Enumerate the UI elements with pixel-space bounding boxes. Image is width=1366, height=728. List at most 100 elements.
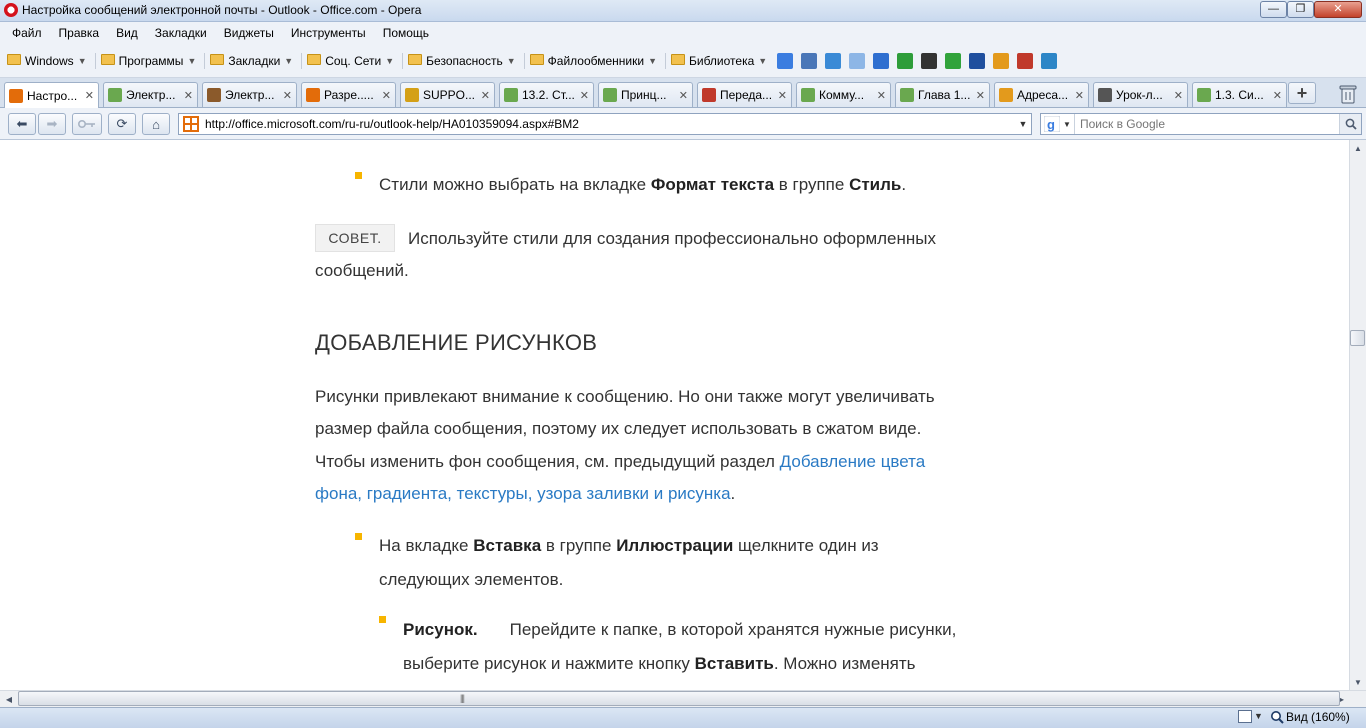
tab-8[interactable]: Комму... ✕ [796, 82, 891, 107]
scroll-left-button[interactable]: ◀ [1, 691, 17, 707]
arrow-icon[interactable] [849, 52, 866, 69]
dots-icon [1098, 88, 1112, 102]
tab-1[interactable]: Электр... ✕ [103, 82, 198, 107]
bookmarks-bar: Windows ▼ Программы ▼ Закладки ▼ Соц. Се… [0, 44, 1366, 78]
flag-icon[interactable] [1017, 52, 1034, 69]
text-run: На вкладке [379, 536, 474, 555]
search-field[interactable]: g ▼ [1040, 113, 1362, 135]
bookmark-folder-bookmarks[interactable]: Закладки ▼ [207, 54, 299, 68]
bookmark-folder-filehosts[interactable]: Файлообменники ▼ [527, 54, 663, 68]
close-icon[interactable]: ✕ [1075, 89, 1084, 102]
word-icon[interactable] [873, 52, 890, 69]
bookmark-folder-windows[interactable]: Windows ▼ [4, 54, 93, 68]
bookmark-folder-social[interactable]: Соц. Сети ▼ [304, 54, 400, 68]
close-icon[interactable]: ✕ [778, 89, 787, 102]
chevron-down-icon: ▼ [1063, 119, 1071, 129]
text-run: в группе [541, 536, 617, 555]
address-field[interactable]: http://office.microsoft.com/ru-ru/outloo… [178, 113, 1032, 135]
bookmark-folder-label: Закладки [228, 53, 281, 68]
tab-6[interactable]: Принц... ✕ [598, 82, 693, 107]
close-icon[interactable]: ✕ [85, 89, 94, 102]
menu-help[interactable]: Помощь [375, 26, 438, 40]
menu-view[interactable]: Вид [108, 26, 147, 40]
menu-tools[interactable]: Инструменты [283, 26, 375, 40]
face-icon[interactable] [993, 52, 1010, 69]
search-engine-selector[interactable]: g ▼ [1041, 114, 1075, 134]
tab-10[interactable]: Адреса... ✕ [994, 82, 1089, 107]
play-icon[interactable] [945, 52, 962, 69]
maximize-button[interactable]: ❐ [1287, 1, 1314, 18]
scroll-up-button[interactable]: ▲ [1350, 140, 1366, 156]
background-section-link-cont[interactable]: фона, градиента, текстуры, узора заливки… [315, 484, 731, 503]
vertical-scroll-thumb[interactable] [1350, 330, 1365, 346]
bookmark-folder-security[interactable]: Безопасность ▼ [405, 54, 521, 68]
tab-label: Глава 1... [918, 88, 971, 102]
horizontal-scroll-thumb[interactable] [18, 691, 1340, 706]
tab-0[interactable]: Настро... ✕ [4, 82, 99, 108]
close-window-button[interactable]: ✕ [1314, 1, 1362, 18]
tab-4[interactable]: SUPPO... ✕ [400, 82, 495, 107]
reload-button[interactable]: ⟳ [108, 113, 136, 135]
back-button[interactable]: ⬅ [8, 113, 36, 135]
tab-7[interactable]: Переда... ✕ [697, 82, 792, 107]
new-tab-button[interactable]: + [1288, 82, 1316, 104]
home-button[interactable]: ⌂ [142, 113, 170, 135]
search-input[interactable] [1075, 115, 1339, 133]
next-icon[interactable] [969, 52, 986, 69]
chevron-down-icon[interactable]: ▼ [1015, 119, 1031, 129]
close-icon[interactable]: ✕ [976, 89, 985, 102]
panel-icon[interactable] [1238, 710, 1252, 723]
zoom-control[interactable]: Вид (160%) [1286, 710, 1350, 724]
close-icon[interactable]: ✕ [679, 89, 688, 102]
doc-icon [108, 88, 122, 102]
mail-icon[interactable] [801, 52, 818, 69]
bold-text: Вставка [473, 536, 542, 555]
menu-edit[interactable]: Правка [51, 26, 109, 40]
divider [665, 52, 666, 69]
picture-bullet-line2: выберите рисунок и нажмите кнопку Встави… [403, 648, 916, 680]
tab-12[interactable]: 1.3. Си... ✕ [1192, 82, 1287, 107]
gear-flower-icon[interactable] [1041, 52, 1058, 69]
close-icon[interactable]: ✕ [283, 89, 292, 102]
forward-button[interactable]: ➡ [38, 113, 66, 135]
translate-icon[interactable] [825, 52, 842, 69]
menu-bookmarks[interactable]: Закладки [147, 26, 216, 40]
trash-icon[interactable] [1339, 84, 1357, 104]
close-icon[interactable]: ✕ [382, 89, 391, 102]
tab-2[interactable]: Электр... ✕ [202, 82, 297, 107]
tab-9[interactable]: Глава 1... ✕ [895, 82, 990, 107]
pen-icon [702, 88, 716, 102]
close-icon[interactable]: ✕ [877, 89, 886, 102]
close-icon[interactable]: ✕ [1174, 89, 1183, 102]
close-icon[interactable]: ✕ [1273, 89, 1282, 102]
minimize-button[interactable]: — [1260, 1, 1287, 18]
chevron-down-icon[interactable]: ▼ [1254, 711, 1263, 721]
scroll-grip-icon: ||| [460, 693, 465, 703]
search-button[interactable] [1339, 114, 1361, 134]
text-run: щелкните один из [733, 536, 879, 555]
tab-label: Комму... [819, 88, 865, 102]
section-heading: ДОБАВЛЕНИЕ РИСУНКОВ [315, 330, 598, 355]
menu-file[interactable]: Файл [4, 26, 51, 40]
bookmark-folder-library[interactable]: Библиотека ▼ [668, 54, 773, 68]
background-section-link[interactable]: Добавление цвета [780, 452, 926, 471]
tab-11[interactable]: Урок-л... ✕ [1093, 82, 1188, 107]
close-icon[interactable]: ✕ [184, 89, 193, 102]
tab-5[interactable]: 13.2. Ст... ✕ [499, 82, 594, 107]
menu-widgets[interactable]: Виджеты [216, 26, 283, 40]
wand-key-button[interactable] [72, 113, 102, 135]
doc-icon [504, 88, 518, 102]
bracket-icon[interactable] [921, 52, 938, 69]
text-run: Стили можно выбрать на вкладке [379, 175, 651, 194]
bookmark-folder-programs[interactable]: Программы ▼ [98, 54, 203, 68]
scroll-down-button[interactable]: ▼ [1350, 674, 1366, 690]
google-icon[interactable] [777, 52, 794, 69]
close-icon[interactable]: ✕ [481, 89, 490, 102]
tab-3[interactable]: Разре..... ✕ [301, 82, 396, 107]
close-icon[interactable]: ✕ [580, 89, 589, 102]
tip-label: СОВЕТ. [315, 224, 395, 252]
url-text[interactable]: http://office.microsoft.com/ru-ru/outloo… [205, 117, 1015, 131]
h-icon[interactable] [897, 52, 914, 69]
folder-icon [408, 54, 423, 65]
vertical-scrollbar[interactable]: ▲ ▼ [1349, 140, 1366, 690]
